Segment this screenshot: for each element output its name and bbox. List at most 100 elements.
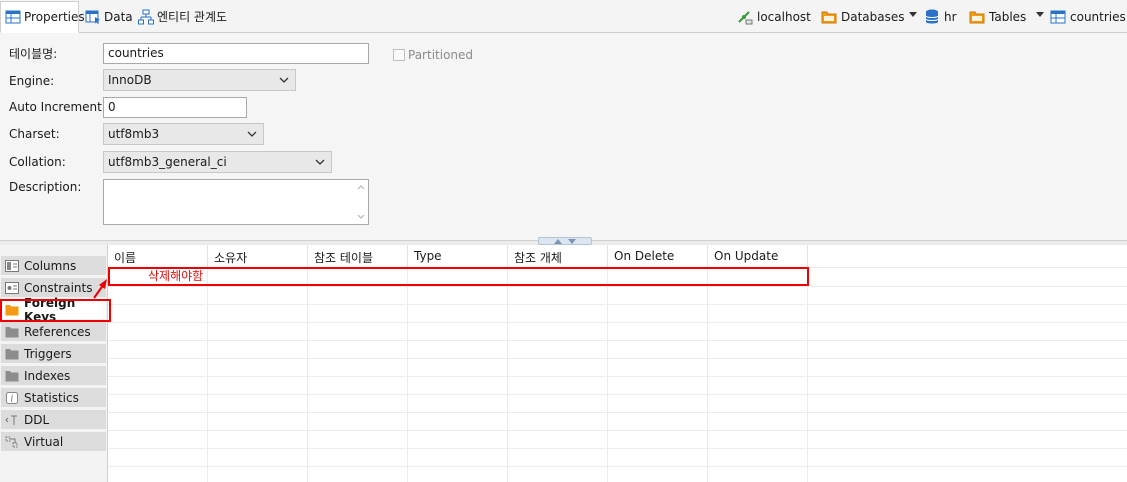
highlight-row-box: [108, 267, 809, 286]
table-icon: [1050, 9, 1066, 25]
column-header-on-delete[interactable]: On Delete: [608, 245, 708, 267]
collation-select[interactable]: utf8mb3_general_ci: [103, 151, 332, 173]
tab-data[interactable]: Data: [81, 1, 133, 32]
databases-dropdown-arrow[interactable]: [909, 12, 917, 17]
breadcrumb-schema-label: hr: [944, 10, 957, 24]
nav-item-virtual[interactable]: Virtual: [1, 432, 106, 452]
folder-icon: [821, 9, 837, 25]
grid-row-divider: [108, 340, 1127, 341]
grid-column-divider: [407, 267, 408, 482]
tab-properties-label: Properties: [24, 10, 85, 24]
nav-item-label: References: [24, 324, 91, 339]
engine-select[interactable]: InnoDB: [103, 69, 296, 91]
engine-label: Engine:: [9, 74, 55, 88]
nav-item-references[interactable]: References: [1, 322, 106, 342]
nav-item-label: Statistics: [24, 390, 79, 405]
nav-item-indexes[interactable]: Indexes: [1, 366, 106, 386]
grid-column-divider: [207, 267, 208, 482]
breadcrumb-connection[interactable]: localhost: [737, 8, 811, 26]
collapse-up-icon[interactable]: [554, 238, 562, 244]
virtual-icon: [5, 436, 19, 448]
nav-item-label: Indexes: [24, 368, 71, 383]
grid-row-divider: [108, 466, 1127, 467]
charset-select-value: utf8mb3: [108, 127, 160, 141]
breadcrumb-databases[interactable]: Databases: [821, 8, 905, 26]
column-header-owner[interactable]: 소유자: [208, 245, 308, 267]
nav-item-ddl[interactable]: DDL: [1, 410, 106, 430]
column-header-ref-table[interactable]: 참조 테이블: [308, 245, 408, 267]
grid-row-divider: [108, 358, 1127, 359]
description-textarea[interactable]: [103, 179, 369, 225]
breadcrumb-table-label: countries: [1070, 10, 1126, 24]
highlight-nav-box: [0, 299, 111, 322]
description-label: Description:: [9, 180, 82, 194]
column-header-ref-object[interactable]: 참조 개체: [508, 245, 608, 267]
nav-item-label: Constraints: [24, 280, 93, 295]
tables-dropdown-arrow[interactable]: [1036, 12, 1044, 17]
grid-row-divider: [108, 430, 1127, 431]
partitioned-checkbox[interactable]: Partitioned: [393, 48, 473, 62]
charset-select[interactable]: utf8mb3: [103, 123, 264, 145]
table-properties-panel: 테이블명: countries Partitioned Engine: Inno…: [0, 33, 1127, 240]
column-header-name[interactable]: 이름: [108, 245, 208, 267]
connection-icon: [737, 9, 753, 25]
grid-column-divider: [607, 267, 608, 482]
info-icon: i: [5, 391, 19, 404]
breadcrumb-table[interactable]: countries: [1050, 8, 1126, 26]
data-grid-icon: [85, 9, 101, 25]
tab-er-diagram-label: 엔티티 관계도: [157, 10, 228, 24]
folder-icon: [5, 348, 19, 360]
er-diagram-icon: [138, 9, 154, 25]
grid-row-divider: [108, 322, 1127, 323]
ddl-icon: [5, 414, 19, 426]
tab-properties[interactable]: Properties: [0, 1, 85, 33]
nav-item-triggers[interactable]: Triggers: [1, 344, 106, 364]
constraints-icon: [5, 281, 19, 294]
grid-row-divider: [108, 448, 1127, 449]
column-header-on-update[interactable]: On Update: [708, 245, 808, 267]
auto-increment-field[interactable]: 0: [103, 97, 247, 118]
partitioned-label: Partitioned: [408, 48, 474, 62]
folder-icon: [969, 9, 985, 25]
breadcrumb-schema[interactable]: hr: [924, 8, 957, 26]
nav-item-label: Columns: [24, 258, 77, 273]
database-icon: [924, 9, 940, 25]
nav-item-label: Triggers: [24, 346, 72, 361]
partitioned-checkbox-box[interactable]: [393, 49, 405, 61]
nav-item-label: DDL: [24, 412, 50, 427]
charset-label: Charset:: [9, 127, 60, 141]
chevron-down-icon: [315, 157, 325, 167]
grid-row-divider: [108, 304, 1127, 305]
table-name-label: 테이블명:: [9, 47, 58, 61]
table-sections-nav: Columns Constraints Foreign Keys Referen…: [0, 245, 108, 482]
column-header-type[interactable]: Type: [408, 245, 508, 267]
grid-row-divider: [108, 376, 1127, 377]
breadcrumb-databases-label: Databases: [841, 10, 905, 24]
chevron-down-icon: [279, 75, 289, 85]
grid-row-divider: [108, 286, 1127, 287]
tab-er-diagram[interactable]: 엔티티 관계도: [134, 1, 238, 32]
grid-row-divider: [108, 394, 1127, 395]
grid-row-divider: [108, 412, 1127, 413]
table-name-field[interactable]: countries: [103, 43, 369, 64]
grid-column-divider: [307, 267, 308, 482]
folder-icon: [5, 326, 19, 338]
table-properties-icon: [5, 9, 21, 25]
description-scrollbar[interactable]: [354, 180, 368, 224]
nav-item-label: Virtual: [24, 434, 64, 449]
folder-icon: [5, 370, 19, 382]
splitter-handle[interactable]: [538, 237, 592, 245]
collation-label: Collation:: [9, 155, 66, 169]
engine-select-value: InnoDB: [108, 73, 152, 87]
editor-tab-bar: Properties Data 엔티티 관계도 localhost Databa…: [0, 0, 1127, 33]
collation-select-value: utf8mb3_general_ci: [108, 155, 227, 169]
chevron-down-icon: [247, 129, 257, 139]
nav-item-statistics[interactable]: i Statistics: [1, 388, 106, 408]
breadcrumb-tables[interactable]: Tables: [969, 8, 1026, 26]
breadcrumb-tables-label: Tables: [989, 10, 1027, 24]
auto-increment-label: Auto Increment:: [9, 100, 106, 114]
breadcrumb-connection-label: localhost: [757, 10, 811, 24]
expand-down-icon[interactable]: [568, 238, 576, 244]
nav-item-columns[interactable]: Columns: [1, 256, 106, 276]
grid-column-divider: [807, 267, 808, 482]
